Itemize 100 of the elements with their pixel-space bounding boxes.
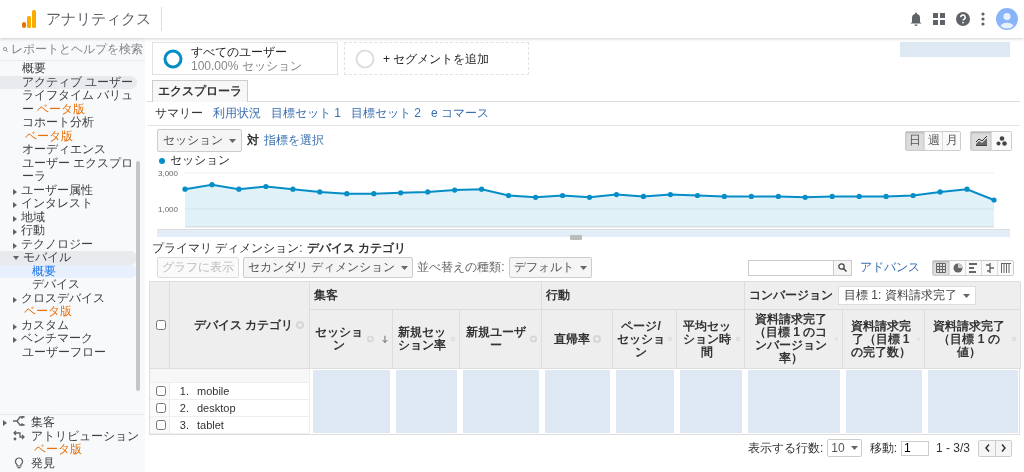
nav-section[interactable]: アトリビューション ベータ版 (0, 429, 145, 457)
nav-item[interactable]: 概要 (0, 62, 137, 76)
sort-arrow-icon[interactable] (382, 334, 388, 344)
chevron-left-icon (984, 444, 990, 452)
column-header[interactable]: 新規セッション率 (397, 326, 448, 352)
search-field[interactable]: レポートとヘルプを検索 (11, 42, 145, 56)
goto-label: 移動: (869, 439, 897, 457)
search-button[interactable] (834, 259, 852, 276)
column-header[interactable]: 資料請求完了（目標 1 のコンバージョン率） (749, 313, 833, 365)
range-handle[interactable] (570, 235, 582, 240)
redaction-block (616, 370, 674, 433)
segment-ring-icon (355, 48, 375, 69)
data-point (452, 187, 458, 193)
nav-item[interactable]: オーディエンス (0, 143, 137, 157)
nav-item[interactable]: インタレスト (0, 197, 137, 211)
nav-item[interactable]: ライフタイム バリュー ベータ版 (0, 89, 137, 116)
help-icon[interactable] (956, 12, 970, 26)
goal-dropdown[interactable]: 目標 1: 資料請求完了 (838, 286, 976, 305)
chart-type-button[interactable] (971, 131, 991, 150)
report-tab[interactable]: e コマース (431, 105, 490, 122)
column-header[interactable]: 資料請求完了（目標 1 の値） (929, 319, 1009, 359)
group-header: 集客 (314, 289, 338, 302)
data-point (317, 189, 323, 195)
nav-item[interactable]: 地域 (0, 210, 137, 224)
redaction-block (680, 370, 742, 433)
next-button[interactable] (995, 440, 1011, 456)
rows-dropdown[interactable]: 10 (827, 439, 862, 457)
sort-dropdown[interactable]: デフォルト (508, 257, 592, 278)
nav-item[interactable]: ベンチマーク (0, 332, 137, 346)
nav-item[interactable]: ユーザーフロー (0, 345, 137, 359)
view-button[interactable] (949, 260, 965, 275)
secondary-dimension-dropdown[interactable]: セカンダリ ディメンション (243, 257, 414, 278)
metric-dropdown[interactable]: セッション (157, 129, 242, 152)
view-button[interactable] (933, 260, 949, 275)
row-label[interactable]: desktop (197, 402, 236, 414)
data-point (290, 186, 296, 192)
column-header[interactable]: セッション (314, 326, 365, 352)
data-point (721, 193, 727, 199)
report-tab[interactable]: サマリー (155, 105, 203, 122)
interval-button[interactable]: 月 (942, 131, 960, 150)
beta-label: ベータ版 (34, 442, 82, 456)
bar-chart-logo (22, 10, 36, 28)
column-header[interactable]: 資料請求完了（目標 1 の完了数） (847, 319, 915, 359)
explorer-tab[interactable]: エクスプローラ (152, 80, 248, 102)
column-header[interactable]: 新規ユーザー (464, 326, 527, 352)
column-header[interactable]: 直帰率 (553, 332, 590, 346)
beta-label: ベータ版 (24, 304, 72, 318)
select-all-checkbox[interactable] (155, 320, 166, 330)
legend-label: セッション (170, 154, 230, 167)
prev-button[interactable] (979, 440, 995, 456)
rows-label: 表示する行数: (747, 439, 824, 457)
nav-item[interactable]: テクノロジー (0, 237, 137, 251)
view-button[interactable] (997, 260, 1013, 275)
nav-item[interactable]: アクティブ ユーザー (0, 75, 137, 89)
report-tab[interactable]: 利用状況 (213, 105, 261, 122)
row-label[interactable]: tablet (197, 419, 224, 431)
nav-item[interactable]: ユーザー属性 (0, 183, 137, 197)
nav-item[interactable]: モバイル (0, 251, 137, 265)
view-button[interactable] (965, 260, 981, 275)
scrollbar[interactable] (136, 161, 140, 391)
segment-card[interactable]: + セグメントを追加 (344, 42, 529, 75)
nav-item[interactable]: カスタム (0, 318, 137, 332)
report-tab[interactable]: 目標セット 2 (351, 105, 422, 122)
caret-right-icon (13, 229, 17, 235)
segment-card[interactable]: すべてのユーザー 100.00% セッション (152, 42, 338, 75)
nav-item[interactable]: コホート分析 ベータ版 (0, 116, 137, 143)
column-header[interactable]: 平均セッション時間 (681, 319, 734, 359)
select-metric-link[interactable]: 指標を選択 (264, 132, 324, 149)
table-search-field[interactable] (748, 259, 834, 276)
data-point (640, 193, 646, 199)
view-button[interactable] (981, 260, 997, 275)
report-tab[interactable]: 目標セット 1 (271, 105, 341, 122)
apps-grid-icon[interactable] (933, 13, 945, 25)
bell-icon[interactable] (910, 12, 922, 26)
column-header[interactable]: ページ/セッション (617, 319, 666, 359)
interval-button[interactable]: 週 (924, 131, 942, 150)
segment-title: + セグメントを追加 (383, 51, 490, 66)
row-checkbox[interactable] (155, 420, 166, 430)
advanced-link[interactable]: アドバンス (860, 259, 920, 276)
nav-item[interactable]: 行動 (0, 224, 137, 238)
nav-item[interactable]: デバイス (0, 278, 137, 292)
chart-type-button[interactable] (991, 131, 1011, 150)
interval-button[interactable]: 日 (906, 131, 924, 150)
goto-field[interactable]: 1 (900, 440, 929, 456)
data-point (506, 192, 512, 199)
column-header[interactable]: デバイス カテゴリ (194, 318, 294, 332)
row-checkbox[interactable] (155, 386, 166, 396)
more-icon[interactable] (981, 12, 985, 26)
row-label[interactable]: mobile (197, 385, 230, 397)
line-chart-icon (975, 135, 987, 146)
axis-label: 1,000 (158, 205, 179, 214)
nav-section[interactable]: 集客 (0, 416, 145, 430)
segment-subtitle: 100.00% セッション (191, 58, 302, 73)
range-text: 1 - 3/3 (935, 441, 970, 455)
nav-item[interactable]: ユーザー エクスプローラ (0, 156, 137, 184)
nav-section[interactable]: 発見 (0, 456, 145, 470)
row-checkbox[interactable] (155, 403, 166, 413)
bar-list-icon (968, 262, 979, 273)
nav-item[interactable]: クロスデバイス ベータ版 (0, 291, 137, 319)
data-point (263, 183, 269, 190)
